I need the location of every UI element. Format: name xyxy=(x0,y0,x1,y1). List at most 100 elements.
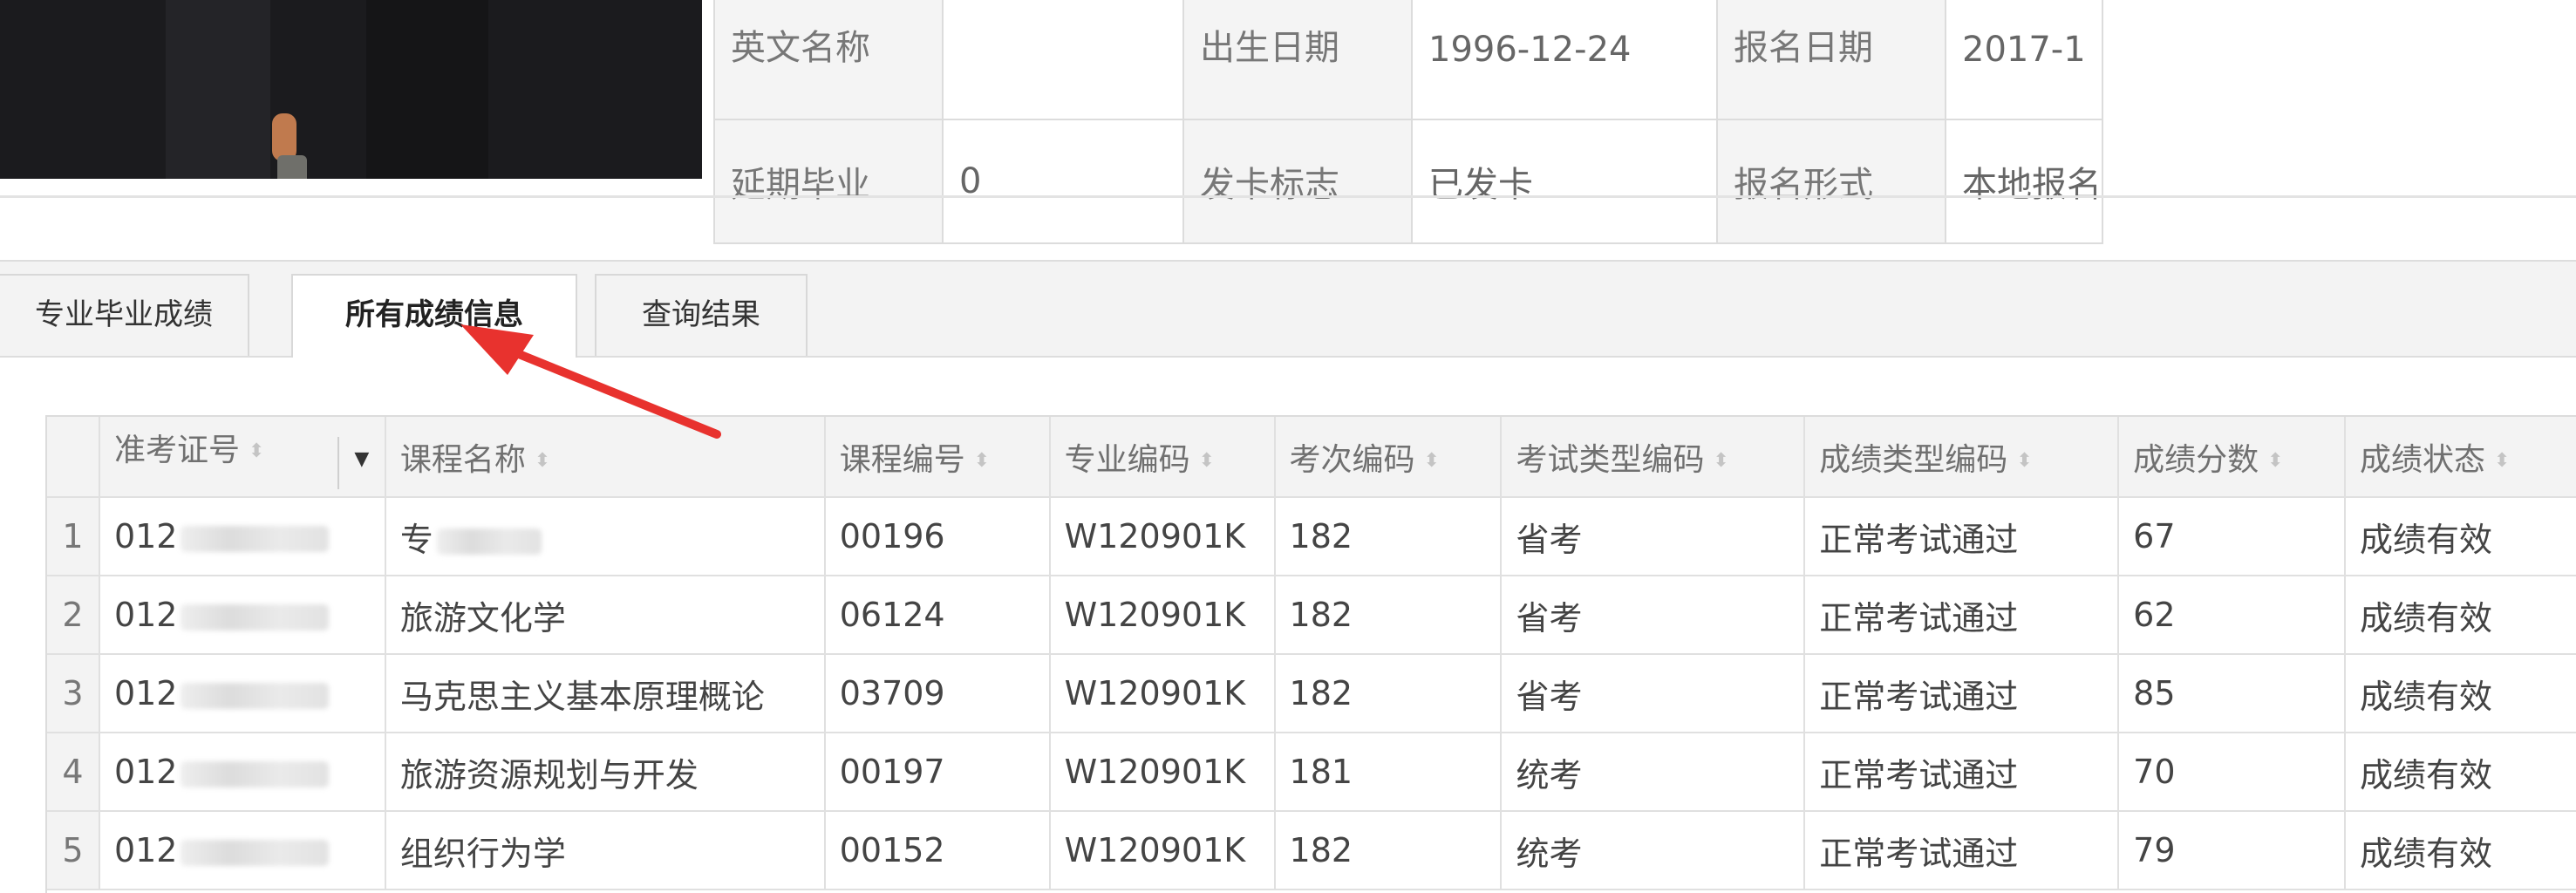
column-header-label: 成绩分数 xyxy=(2133,441,2259,478)
cell-ticket: 012 xyxy=(99,811,386,890)
row-number: 2 xyxy=(47,576,100,655)
cell-course-code: 00196 xyxy=(824,497,1051,576)
cell-course-name: 旅游资源规划与开发 xyxy=(385,733,826,812)
info-value xyxy=(942,0,1184,120)
column-header-exam-type[interactable]: 考试类型编码 ⬍ xyxy=(1501,417,1806,498)
column-header-label: 成绩状态 xyxy=(2360,441,2486,478)
cell-exam-type: 省考 xyxy=(1501,576,1806,655)
row-number: 5 xyxy=(47,811,100,890)
cell-session-code: 182 xyxy=(1274,654,1503,733)
sort-icon[interactable]: ⬍ xyxy=(1713,451,1728,471)
cell-ticket: 012 xyxy=(99,497,386,576)
info-label: 英文名称 xyxy=(713,0,944,120)
info-label: 发卡标志 xyxy=(1182,119,1413,244)
cell-session-code: 182 xyxy=(1274,576,1503,655)
column-header-label: 课程编号 xyxy=(839,441,965,478)
cell-ticket: 012 xyxy=(99,733,386,812)
column-header-label: 准考证号 xyxy=(113,432,240,468)
column-header-result-type[interactable]: 成绩类型编码 ⬍ xyxy=(1804,417,2120,498)
column-header-score[interactable]: 成绩分数 ⬍ xyxy=(2118,417,2347,498)
info-value: 2017-1 xyxy=(1945,0,2103,120)
tab-major-graduation-scores[interactable]: 专业毕业成绩 xyxy=(0,274,249,356)
cell-major-code: W120901K xyxy=(1049,497,1276,576)
info-value: 已发卡 xyxy=(1411,119,1718,244)
sort-icon[interactable]: ⬍ xyxy=(1199,451,1215,471)
cell-course-name: 旅游文化学 xyxy=(385,576,826,655)
cell-session-code: 181 xyxy=(1274,733,1503,812)
cell-ticket: 012 xyxy=(99,654,386,733)
cell-course-code: 00197 xyxy=(824,733,1051,812)
info-value: 1996-12-24 xyxy=(1411,0,1718,120)
sort-icon[interactable]: ⬍ xyxy=(974,451,990,471)
redacted-value xyxy=(181,603,330,631)
sort-icon[interactable]: ⬍ xyxy=(1424,451,1440,471)
cell-session-code: 182 xyxy=(1274,497,1503,576)
cell-major-code: W120901K xyxy=(1049,733,1276,812)
info-label: 报名日期 xyxy=(1716,0,1946,120)
sort-icon[interactable]: ⬍ xyxy=(249,441,264,461)
column-header-major-code[interactable]: 专业编码 ⬍ xyxy=(1049,417,1276,498)
cell-score: 79 xyxy=(2118,811,2347,890)
cell-course-code: 00152 xyxy=(824,811,1051,890)
student-info-table: 英文名称 出生日期 1996-12-24 报名日期 2017-1 延期毕业 0 … xyxy=(713,0,2103,244)
column-header-label: 考试类型编码 xyxy=(1516,441,1705,478)
column-header-label: 专业编码 xyxy=(1064,441,1190,478)
sort-icon[interactable]: ⬍ xyxy=(2267,451,2283,471)
cell-session-code: 182 xyxy=(1274,811,1503,890)
column-header-course-name[interactable]: 课程名称 ⬍ xyxy=(385,417,826,498)
info-label: 出生日期 xyxy=(1182,0,1413,120)
table-row[interactable]: 2 012 旅游文化学 06124 W120901K 182 省考 正常考试通过… xyxy=(47,576,2576,655)
cell-status: 成绩有效 xyxy=(2345,497,2576,576)
tab-query-results[interactable]: 查询结果 xyxy=(595,274,808,356)
tab-all-scores[interactable]: 所有成绩信息 xyxy=(291,274,577,358)
table-row[interactable]: 3 012 马克思主义基本原理概论 03709 W120901K 182 省考 … xyxy=(47,654,2576,733)
sort-icon[interactable]: ⬍ xyxy=(2494,451,2510,471)
info-row: 延期毕业 0 发卡标志 已发卡 报名形式 本地报名 xyxy=(713,119,2103,244)
cell-score: 70 xyxy=(2118,733,2347,812)
redacted-value xyxy=(181,760,330,787)
table-row[interactable]: 5 012 组织行为学 00152 W120901K 182 统考 正常考试通过… xyxy=(47,811,2576,890)
cell-ticket: 012 xyxy=(99,576,386,655)
cell-result-type: 正常考试通过 xyxy=(1804,654,2120,733)
cell-major-code: W120901K xyxy=(1049,576,1276,655)
cell-course-name: 组织行为学 xyxy=(385,811,826,890)
cell-course-code: 03709 xyxy=(824,654,1051,733)
cell-result-type: 正常考试通过 xyxy=(1804,576,2120,655)
cell-status: 成绩有效 xyxy=(2345,733,2576,812)
info-label: 报名形式 xyxy=(1716,119,1946,244)
cell-result-type: 正常考试通过 xyxy=(1804,733,2120,812)
row-number-header xyxy=(47,417,100,498)
sort-icon[interactable]: ⬍ xyxy=(2016,451,2032,471)
cell-score: 67 xyxy=(2118,497,2347,576)
column-header-ticket[interactable]: 准考证号 ⬍ ▼ xyxy=(99,417,386,498)
info-label: 延期毕业 xyxy=(713,119,944,244)
table-row[interactable]: 4 012 旅游资源规划与开发 00197 W120901K 181 统考 正常… xyxy=(47,733,2576,812)
cell-course-code: 06124 xyxy=(824,576,1051,655)
tab-bar: 专业毕业成绩 所有成绩信息 查询结果 xyxy=(0,260,2576,358)
column-header-session-code[interactable]: 考次编码 ⬍ xyxy=(1274,417,1503,498)
table-row[interactable]: 1 012 专 00196 W120901K 182 省考 正常考试通过 67 … xyxy=(47,497,2576,576)
column-header-course-code[interactable]: 课程编号 ⬍ xyxy=(824,417,1051,498)
column-menu-icon[interactable]: ▼ xyxy=(337,436,384,489)
sort-icon[interactable]: ⬍ xyxy=(535,451,550,471)
cell-status: 成绩有效 xyxy=(2345,576,2576,655)
cell-exam-type: 统考 xyxy=(1501,733,1806,812)
info-row: 英文名称 出生日期 1996-12-24 报名日期 2017-1 xyxy=(713,0,2103,120)
grid-header-row: 准考证号 ⬍ ▼ 课程名称 ⬍ 课程编号 ⬍ 专业编码 ⬍ 考次编码 ⬍ 考试类型编码 ⬍ 成… xyxy=(47,417,2576,498)
redacted-value xyxy=(436,528,542,555)
student-photo xyxy=(0,0,702,179)
redacted-value xyxy=(181,682,330,709)
column-header-status[interactable]: 成绩状态 ⬍ xyxy=(2345,417,2576,498)
row-number: 1 xyxy=(47,497,100,576)
cell-score: 62 xyxy=(2118,576,2347,655)
score-query-page: 英文名称 出生日期 1996-12-24 报名日期 2017-1 延期毕业 0 … xyxy=(0,0,2576,893)
row-number: 4 xyxy=(47,733,100,812)
cell-exam-type: 省考 xyxy=(1501,654,1806,733)
cell-exam-type: 省考 xyxy=(1501,497,1806,576)
scores-grid: 准考证号 ⬍ ▼ 课程名称 ⬍ 课程编号 ⬍ 专业编码 ⬍ 考次编码 ⬍ 考试类型编码 ⬍ 成… xyxy=(45,415,2576,893)
cell-major-code: W120901K xyxy=(1049,811,1276,890)
redacted-value xyxy=(181,525,330,552)
cell-exam-type: 统考 xyxy=(1501,811,1806,890)
column-header-label: 课程名称 xyxy=(399,441,526,478)
cell-status: 成绩有效 xyxy=(2345,811,2576,890)
